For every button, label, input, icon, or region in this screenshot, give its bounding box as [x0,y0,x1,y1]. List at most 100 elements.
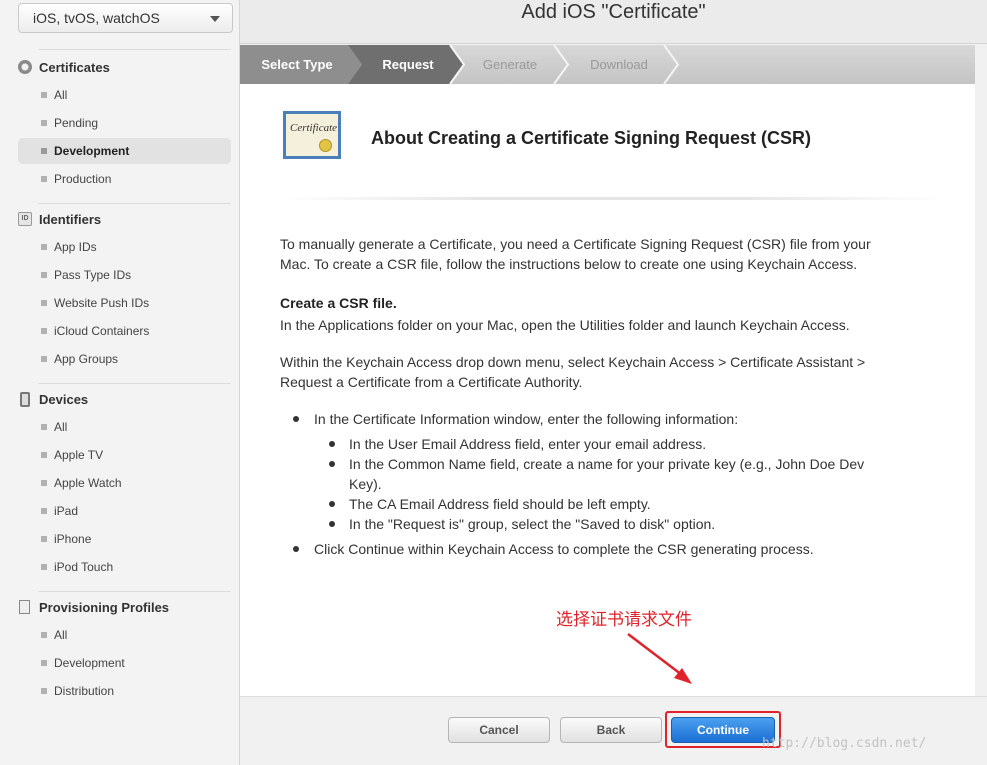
step-progress-bar: Select Type Request Generate Download [240,45,975,84]
bullet-icon [41,120,47,126]
sidebar: iOS, tvOS, watchOS Certificates All Pend… [0,0,240,765]
sidebar-item-label: App Groups [54,352,119,366]
sidebar-item-icloud-containers[interactable]: iCloud Containers [18,318,231,344]
step-request: Request [382,57,434,72]
sidebar-item-app-ids[interactable]: App IDs [18,234,231,260]
section-identifiers: ID Identifiers [18,208,101,230]
section-devices: Devices [18,388,88,410]
bullet-icon [41,244,47,250]
bullet-icon [41,92,47,98]
bullet-dot [329,441,335,447]
cancel-button[interactable]: Cancel [448,717,550,743]
menu-line-2: Request a Certificate from a Certificate… [280,374,583,390]
sidebar-item-label: Website Push IDs [54,296,150,310]
bullet-icon [41,356,47,362]
sidebar-item-label: iPad [54,504,79,518]
section-certificates: Certificates [18,56,110,78]
certificate-icon: Certificate [283,111,341,159]
continue-button[interactable]: Continue [671,717,775,743]
bullet-icon [41,688,47,694]
seal-icon [319,139,332,152]
sidebar-item-ipod-touch[interactable]: iPod Touch [18,554,231,580]
bullet-dot [293,416,299,422]
content-title: About Creating a Certificate Signing Req… [371,128,812,148]
section-devices-label: Devices [39,391,89,407]
sidebar-item-iphone[interactable]: iPhone [18,526,231,552]
sidebar-item-certificates-production[interactable]: Production [18,166,231,192]
create-csr-heading: Create a CSR file. [280,295,397,311]
sidebar-item-label: Production [54,172,112,186]
caret-down-icon [210,16,220,22]
sidebar-item-label: iCloud Containers [54,324,150,338]
sidebar-item-label: Development [54,656,125,670]
divider [280,197,944,200]
bullet-icon [41,452,47,458]
sidebar-item-label: Distribution [54,684,115,698]
sidebar-item-profiles-distribution[interactable]: Distribution [18,678,231,704]
bullet-icon [41,508,47,514]
sidebar-item-label: All [54,628,68,642]
sidebar-item-certificates-development[interactable]: Development [18,138,231,164]
platform-select-value: iOS, tvOS, watchOS [33,10,160,26]
sidebar-item-pass-type-ids[interactable]: Pass Type IDs [18,262,231,288]
intro-line-1: To manually generate a Certificate, you … [280,236,871,252]
sub-bullet-2: In the Common Name field, create a name … [349,456,865,472]
sub-bullet-2-cont: Key). [349,476,382,492]
sub-bullet-4: In the "Request is" group, select the "S… [349,516,716,532]
bullet-icon [41,272,47,278]
bullet-dot [329,521,335,527]
main-panel: Add iOS "Certificate" Select Type Reques… [240,0,987,765]
sidebar-item-label: Pass Type IDs [54,268,132,282]
phone-icon [20,391,30,407]
step-select-type: Select Type [261,57,333,72]
bullet-icon [41,176,47,182]
step-generate: Generate [482,57,538,72]
footer-bar: Cancel Back Continue [240,696,987,765]
bullet-dot [329,501,335,507]
bullet-icon [41,300,47,306]
sub-bullet-1: In the User Email Address field, enter y… [349,436,707,452]
sidebar-item-profiles-all[interactable]: All [18,622,231,648]
document-icon [19,600,30,614]
sidebar-item-certificates-pending[interactable]: Pending [18,110,231,136]
sidebar-item-profiles-development[interactable]: Development [18,650,231,676]
section-provisioning-profiles: Provisioning Profiles [18,596,169,618]
sidebar-item-website-push-ids[interactable]: Website Push IDs [18,290,231,316]
bullet-icon [41,564,47,570]
sidebar-item-ipad[interactable]: iPad [18,498,231,524]
bullet-icon [41,480,47,486]
arrow-icon [627,633,692,684]
sub-bullet-3: The CA Email Address field should be lef… [349,496,651,512]
sidebar-item-apple-tv[interactable]: Apple TV [18,442,231,468]
divider [38,383,231,384]
section-identifiers-label: Identifiers [39,211,102,227]
sidebar-item-apple-watch[interactable]: Apple Watch [18,470,231,496]
sidebar-item-label: All [54,88,68,102]
bullet-line-1: In the Certificate Information window, e… [314,411,739,427]
divider [38,591,231,592]
sidebar-item-label: Apple Watch [54,476,122,490]
back-button[interactable]: Back [560,717,662,743]
sidebar-item-devices-all[interactable]: All [18,414,231,440]
gear-icon [18,60,32,74]
bullet-line-2: Click Continue within Keychain Access to… [314,541,814,557]
sidebar-item-label: All [54,420,68,434]
sidebar-item-label: App IDs [54,240,97,254]
sidebar-item-label: iPhone [54,532,92,546]
sidebar-item-certificates-all[interactable]: All [18,82,231,108]
menu-line-1: Within the Keychain Access drop down men… [280,354,866,370]
bullet-icon [41,632,47,638]
platform-select[interactable]: iOS, tvOS, watchOS [18,3,233,33]
bullet-icon [41,660,47,666]
step-download: Download [590,57,648,72]
section-certificates-label: Certificates [39,59,110,75]
sidebar-item-app-groups[interactable]: App Groups [18,346,231,372]
content-area: Certificate About Creating a Certificate… [240,84,975,696]
sidebar-item-label: Development [54,144,130,158]
sidebar-item-label: Pending [54,116,99,130]
bullet-dot [293,546,299,552]
divider [38,49,231,50]
certificate-icon-text: Certificate [290,122,338,134]
create-csr-text: In the Applications folder on your Mac, … [280,317,850,333]
section-provisioning-label: Provisioning Profiles [39,599,170,615]
